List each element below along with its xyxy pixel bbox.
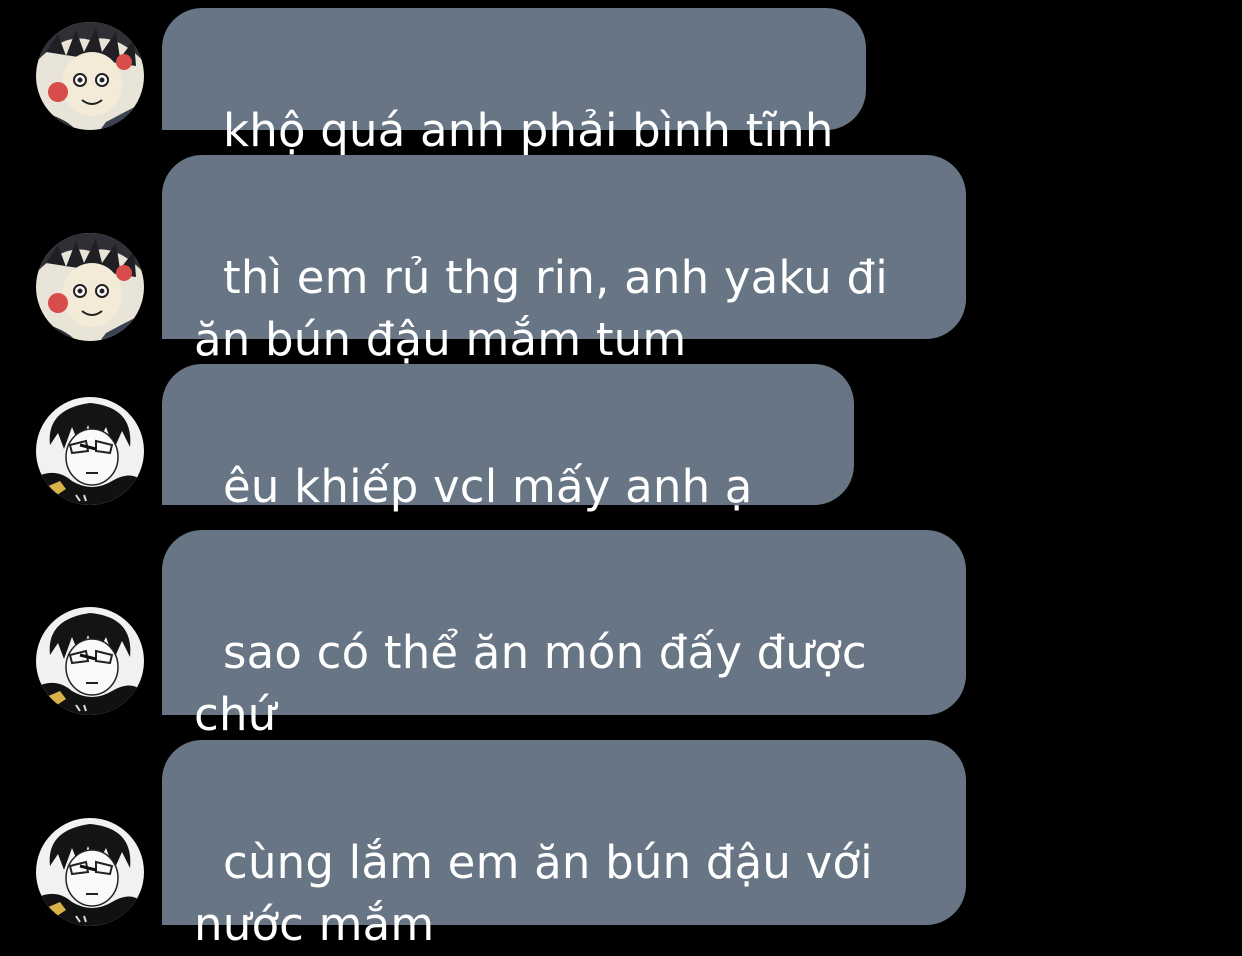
message-bubble[interactable]: khộ quá anh phải bình tĩnh	[162, 8, 866, 157]
avatar-user-b[interactable]	[36, 397, 144, 505]
message-text: cùng lắm em ăn bún đậu với nước mắm	[194, 836, 873, 951]
avatar-user-a[interactable]	[36, 233, 144, 341]
message-bubble[interactable]: êu khiếp vcl mấy anh ạ	[162, 364, 854, 690]
message-bubble[interactable]: sao có thể ăn món đấy được chứ	[162, 530, 966, 741]
message-bubble[interactable]: cùng lắm em ăn bún đậu với nước mắm	[162, 740, 966, 951]
avatar-user-b[interactable]	[36, 818, 144, 926]
message-text: thì em rủ thg rin, anh yaku đi ăn bún đậ…	[194, 251, 888, 366]
avatar-user-a[interactable]	[36, 22, 144, 130]
message-bubble[interactable]: thì em rủ thg rin, anh yaku đi ăn bún đậ…	[162, 155, 966, 366]
message-text: khộ quá anh phải bình tĩnh	[223, 104, 834, 157]
message-text: sao có thể ăn món đấy được chứ	[194, 626, 867, 741]
avatar-user-b[interactable]	[36, 607, 144, 715]
message-text: êu khiếp vcl mấy anh ạ	[223, 460, 753, 513]
